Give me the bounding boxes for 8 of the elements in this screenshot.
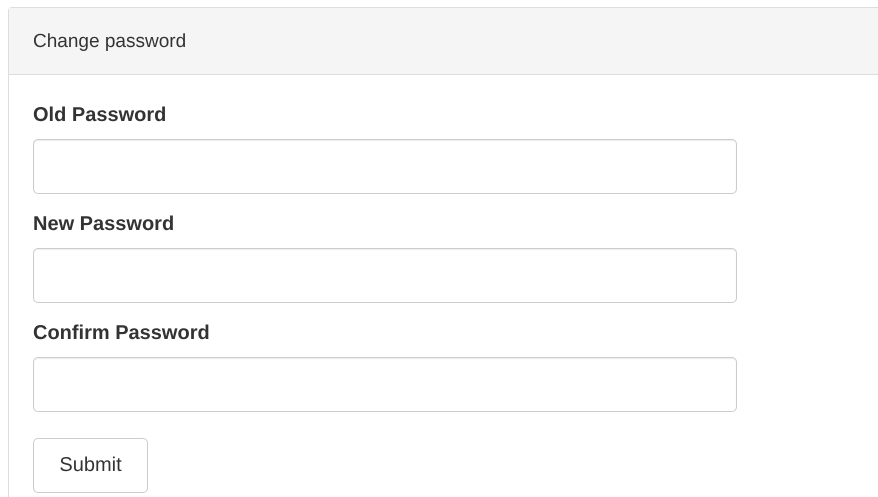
- password-field[interactable]: [33, 139, 737, 194]
- submit-button[interactable]: Submit: [33, 438, 148, 493]
- panel-title: Change password: [9, 8, 878, 75]
- field-label: Old Password: [33, 103, 168, 127]
- field-label: Confirm Password: [33, 321, 211, 345]
- field-label: New Password: [33, 212, 176, 236]
- password-field[interactable]: [33, 357, 737, 412]
- password-field[interactable]: [33, 248, 737, 303]
